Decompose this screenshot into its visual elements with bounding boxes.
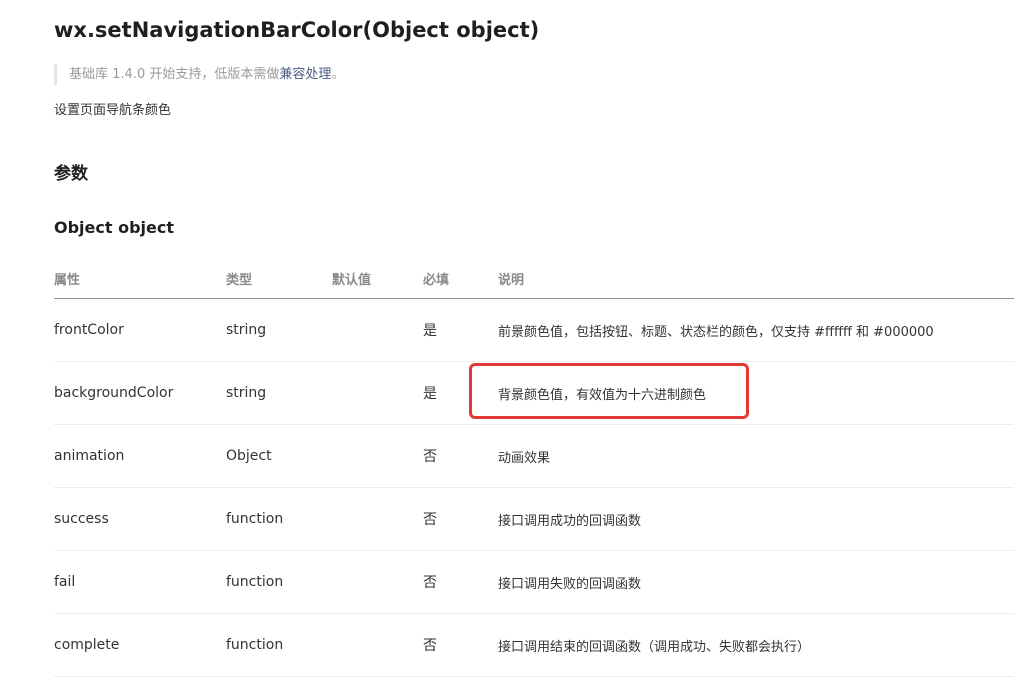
param-default [332, 550, 423, 614]
table-row: frontColor string 是 前景颜色值，包括按钮、标题、状态栏的颜色… [54, 298, 1014, 362]
version-note-suffix: 。 [331, 67, 345, 82]
param-required: 否 [423, 550, 498, 614]
param-desc: 动画效果 [498, 424, 1014, 488]
param-name: complete [54, 613, 226, 677]
api-title: wx.setNavigationBarColor(Object object) [54, 18, 540, 42]
compat-link[interactable]: 兼容处理 [279, 67, 331, 82]
param-desc: 接口调用失败的回调函数 [498, 550, 1014, 614]
version-note: 基础库 1.4.0 开始支持，低版本需做兼容处理。 [54, 64, 344, 85]
table-row: complete function 否 接口调用结束的回调函数（调用成功、失败都… [54, 613, 1014, 677]
param-default [332, 487, 423, 551]
column-header-type: 类型 [226, 258, 332, 299]
param-required: 否 [423, 424, 498, 488]
version-note-text: 基础库 1.4.0 开始支持，低版本需做 [69, 67, 280, 82]
param-desc: 接口调用结束的回调函数（调用成功、失败都会执行） [498, 613, 1014, 677]
param-name: fail [54, 550, 226, 614]
param-desc: 背景颜色值，有效值为十六进制颜色 [498, 361, 1014, 425]
params-table: 属性 类型 默认值 必填 说明 frontColor string 是 前景颜色… [54, 258, 1014, 677]
param-desc: 前景颜色值，包括按钮、标题、状态栏的颜色，仅支持 #ffffff 和 #0000… [498, 298, 1014, 362]
param-required: 是 [423, 298, 498, 362]
param-name: frontColor [54, 298, 226, 362]
table-row: success function 否 接口调用成功的回调函数 [54, 487, 1014, 551]
column-header-name: 属性 [54, 258, 226, 299]
param-name: backgroundColor [54, 361, 226, 425]
params-heading: 参数 [54, 164, 88, 184]
param-type: string [226, 298, 332, 362]
object-heading: Object object [54, 218, 175, 237]
param-name: animation [54, 424, 226, 488]
table-header-row: 属性 类型 默认值 必填 说明 [54, 258, 1014, 299]
param-required: 是 [423, 361, 498, 425]
param-required: 否 [423, 613, 498, 677]
param-type: function [226, 613, 332, 677]
table-row: animation Object 否 动画效果 [54, 424, 1014, 488]
param-default [332, 361, 423, 425]
param-name: success [54, 487, 226, 551]
param-type: Object [226, 424, 332, 488]
param-required: 否 [423, 487, 498, 551]
param-type: string [226, 361, 332, 425]
column-header-desc: 说明 [498, 258, 1014, 299]
param-type: function [226, 550, 332, 614]
param-desc: 接口调用成功的回调函数 [498, 487, 1014, 551]
column-header-default: 默认值 [332, 258, 423, 299]
param-default [332, 424, 423, 488]
param-default [332, 298, 423, 362]
table-row: fail function 否 接口调用失败的回调函数 [54, 550, 1014, 614]
param-default [332, 613, 423, 677]
api-description: 设置页面导航条颜色 [54, 103, 172, 118]
column-header-required: 必填 [423, 258, 498, 299]
table-row: backgroundColor string 是 背景颜色值，有效值为十六进制颜… [54, 361, 1014, 425]
param-type: function [226, 487, 332, 551]
